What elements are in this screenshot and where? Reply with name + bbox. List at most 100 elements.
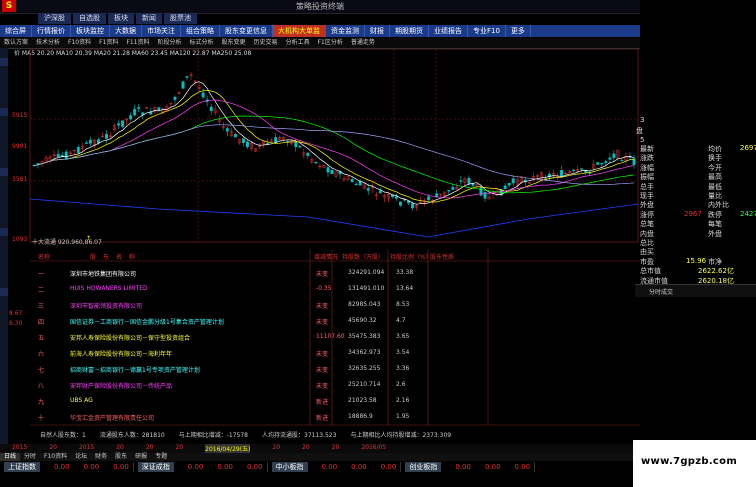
summary-item: 人均持流通股：37113.523 (262, 432, 337, 439)
table-cell-change: 未变 (316, 367, 329, 374)
tick-trade-button[interactable]: 分时成交 (635, 284, 756, 297)
candle-body (580, 168, 584, 170)
holders-table: 名称 股东名称 增减情况 持股数（万股） 持股比例（%） 股东性质 一 深圳市地铁… (30, 249, 640, 426)
nav-tab[interactable]: 沪深股 (38, 13, 71, 24)
table-cell-ratio: 3.54 (396, 349, 410, 356)
menu-item[interactable]: 财报 (365, 25, 390, 37)
candle-body (467, 178, 471, 184)
quote-lv: 2967 (684, 209, 702, 218)
menu-item[interactable]: 行情报价 (32, 25, 71, 37)
table-cell-name: 深圳市智能领投资有限公司 (70, 303, 143, 310)
toolbar-button[interactable]: 股东变更 (218, 38, 250, 48)
menu-item[interactable]: 业绩报告 (429, 25, 468, 37)
nav-tab[interactable]: 板块 (108, 13, 134, 24)
table-cell-shares: 324291.094 (348, 269, 385, 276)
table-cell-ratio: 4.7 (396, 317, 406, 324)
window-title: 策略投资终端 (296, 2, 344, 11)
table-cell-ratio: 3.36 (396, 365, 410, 372)
nav-tab[interactable]: 股票池 (164, 13, 197, 24)
toolbar-button[interactable]: 数认方案 (0, 38, 32, 48)
candle-body (185, 76, 189, 78)
price-label: 1093 (12, 236, 28, 243)
candle-body (612, 153, 616, 159)
candle-body (398, 201, 402, 206)
table-cell-name: HUIS HOWANERS LIMITED (70, 285, 148, 292)
side-tab[interactable] (0, 288, 8, 296)
toolbar-button[interactable]: 历史交易 (250, 38, 282, 48)
toolbar-button[interactable]: 普通走势 (347, 38, 379, 48)
table-cell-name: 招商财富－招商银行－德赢1号专项资产管理计划 (70, 367, 200, 374)
candle-body (451, 186, 455, 190)
side-tab[interactable] (0, 228, 8, 236)
table-cell-rank: 七 (38, 367, 45, 374)
table-cell-change: 11107.60 (316, 333, 345, 340)
table-cell-shares: 25210.714 (348, 381, 381, 388)
col-header: 持股比例（%） (390, 254, 432, 261)
main-window: S 策略投资终端 沪深股 自选股 板块 新闻 股票池 综合屏 行情报价 板块监控 大数… (0, 0, 640, 487)
toolbar-button[interactable]: 标式分析 (186, 38, 218, 48)
candle-body (121, 120, 125, 127)
menu-item[interactable]: 专业F10 (468, 25, 506, 37)
table-cell-rank: 六 (38, 351, 45, 358)
toolbar-button[interactable]: F11资料 (122, 38, 153, 48)
table-cell-shares: 131491.010 (348, 285, 385, 292)
toolbar-button[interactable]: F1区分析 (314, 38, 347, 48)
table-cell-shares: 82985.043 (348, 301, 381, 308)
table-cell-change: 未变 (316, 319, 329, 326)
toolbar-button[interactable]: 技术分析 (32, 38, 64, 48)
menu-item[interactable]: 期股期货 (390, 25, 429, 37)
candle-body (600, 163, 604, 165)
candle-body (511, 178, 515, 184)
candle-body (560, 170, 563, 177)
toolbar-button[interactable]: 阶段分析 (154, 38, 186, 48)
candle-body (378, 190, 382, 194)
col-header: 股东性质 (430, 254, 455, 261)
kline-chart[interactable] (8, 49, 640, 244)
menu-item[interactable]: 综合屏 (0, 25, 32, 37)
menu-item[interactable]: 股东变更信息 (220, 25, 273, 37)
candle-body (330, 170, 334, 175)
menu-item[interactable]: 更多 (506, 25, 531, 37)
menu-item[interactable]: 资金监测 (326, 25, 365, 37)
nav-tab[interactable]: 自选股 (73, 13, 106, 24)
candle-body (483, 192, 487, 199)
table-cell-change: 新进 (316, 399, 329, 406)
table-cell-rank: 九 (38, 399, 45, 406)
table-cell-ratio: 3.65 (396, 333, 410, 340)
menu-item[interactable]: 大数据 (110, 25, 142, 37)
menu-item[interactable]: 组合策略 (181, 25, 220, 37)
toolbar-button[interactable]: 分析工具 (282, 38, 314, 48)
table-cell-name: 安邦财产保险股份有限公司－传统产品 (70, 383, 173, 390)
summary-item: 与上期相比人均持股增减：2373.309 (350, 432, 452, 439)
table-cell-shares: 45690.32 (348, 317, 377, 324)
toolbar-button[interactable]: F10资料 (64, 38, 95, 48)
table-cell-name: UBS AG (70, 397, 93, 404)
table-cell-shares: 18886.9 (348, 413, 373, 420)
candle-body (36, 163, 40, 165)
ma120-line (33, 124, 635, 186)
candle-body (129, 115, 133, 120)
nav-tab[interactable]: 新闻 (136, 13, 162, 24)
menu-item[interactable]: 板块监控 (71, 25, 110, 37)
menu-item[interactable]: 大机构大单监 (273, 25, 326, 37)
candle-body (133, 109, 137, 116)
watermark-text: www.7gpzb.com (641, 456, 738, 467)
candle-body (350, 179, 354, 182)
candle-body (209, 106, 213, 112)
table-cell-change: 新进 (316, 415, 329, 422)
menu-bar: 综合屏 行情报价 板块监控 大数据 市场关注 组合策略 股东变更信息 大机构大单监 资金监测 财报… (0, 25, 640, 37)
candle-body (294, 141, 298, 147)
candle-body (88, 139, 92, 144)
table-row[interactable]: 十 华宝汇金资产管理有限责任公司 新进 18886.9 1.95 (30, 407, 640, 425)
toolbar-button[interactable]: F1资料 (95, 38, 122, 48)
table-cell-change: 未变 (316, 303, 329, 310)
candle-body (459, 180, 463, 182)
candle-body (503, 185, 507, 189)
table-cell-name: 华宝汇金资产管理有限责任公司 (70, 415, 155, 422)
side-tab[interactable] (0, 168, 8, 176)
menu-item[interactable]: 市场关注 (142, 25, 181, 37)
summary-item: 自然人股东数：1 (40, 432, 86, 439)
side-tab[interactable] (0, 108, 8, 116)
candle-body (181, 81, 185, 89)
side-tab[interactable] (0, 58, 8, 66)
